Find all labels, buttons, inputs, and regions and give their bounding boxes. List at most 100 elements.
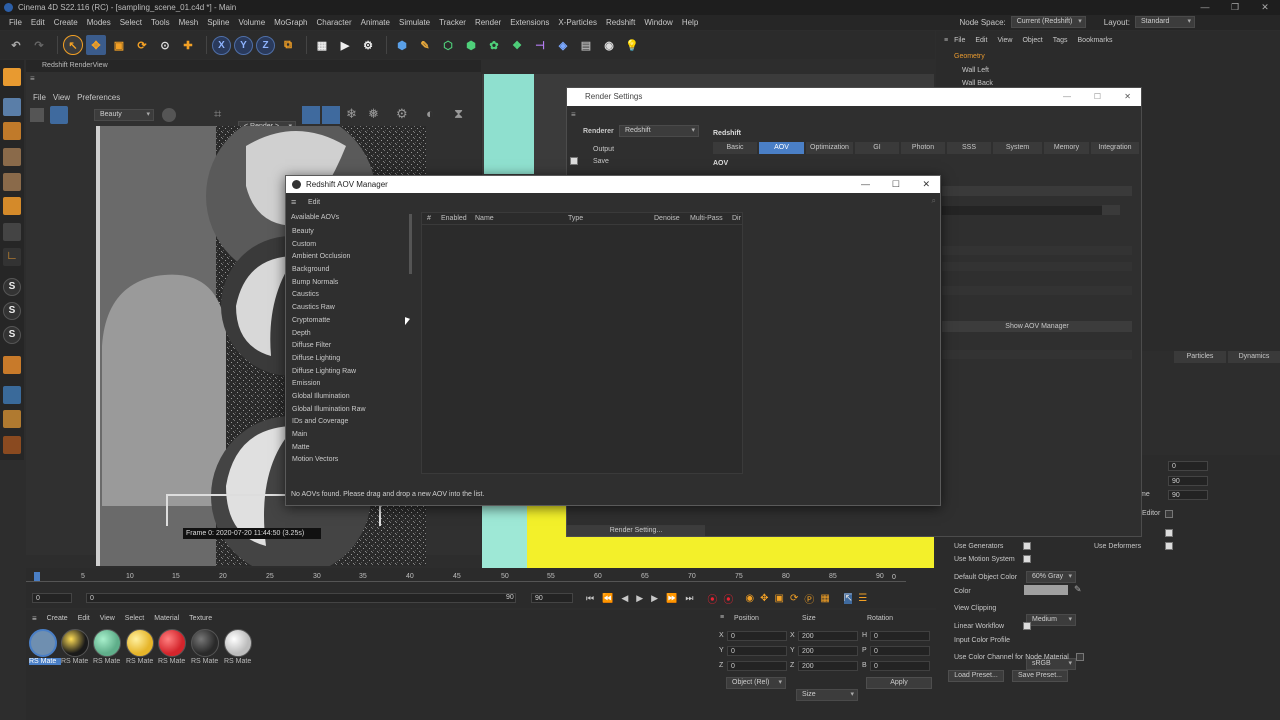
attr-field-2[interactable]: 90 [1168,476,1208,486]
rv-exposure-icon[interactable]: ◐ [426,106,434,121]
keyframe-selection-icon[interactable]: ◉ [745,593,754,604]
aov-hamburger-icon[interactable]: ≡ [291,197,296,207]
rv-grid-icon[interactable] [322,106,340,124]
timeline-start-field[interactable]: 0 [32,593,72,603]
material-swatch-4[interactable] [126,629,154,657]
live-selection-icon[interactable]: ⊙ [155,35,175,55]
menu-spline[interactable]: Spline [207,18,229,27]
load-preset-button[interactable]: Load Preset... [948,670,1004,682]
menu-file[interactable]: File [9,18,22,27]
aov-item-ids-and-coverage[interactable]: IDs and Coverage [289,416,414,429]
rs-tab-basic[interactable]: Basic [713,142,757,154]
aov-col-index[interactable]: # [427,215,431,222]
rv-settings-icon[interactable]: ⚙ [396,106,408,122]
render-setting-button[interactable]: Render Setting... [567,525,705,536]
scale-icon[interactable]: ▣ [109,35,129,55]
next-key-icon[interactable]: ⏩ [666,593,677,604]
aov-close-icon[interactable]: ✕ [922,176,930,193]
redshift-s-icon-1[interactable]: S [3,278,21,296]
rs-row-field-1[interactable] [942,206,1102,215]
coord-pos-y[interactable]: 0 [727,646,787,656]
aov-minimize-icon[interactable]: — [861,176,870,193]
x-axis-lock-button[interactable]: X [212,35,231,55]
renderview-hamburger-icon[interactable]: ≡ [30,74,35,83]
use-motion-checkbox[interactable] [1023,555,1031,563]
pen-icon[interactable]: ✎ [415,35,435,55]
camera-icon[interactable]: ◉ [599,35,619,55]
aov-item-cryptomatte[interactable]: Cryptomatte [289,315,414,328]
menu-tracker[interactable]: Tracker [439,18,466,27]
menu-extensions[interactable]: Extensions [510,18,549,27]
menu-volume[interactable]: Volume [238,18,265,27]
mat-menu-view[interactable]: View [100,615,115,622]
grid-icon[interactable] [3,386,21,404]
object-row-geometry[interactable]: Geometry [954,53,985,60]
mat-menu-edit[interactable]: Edit [78,615,90,622]
coord-size-z[interactable]: 200 [798,661,858,671]
field-icon[interactable]: ◈ [553,35,573,55]
mat-menu-texture[interactable]: Texture [189,615,212,622]
coord-pos-z[interactable]: 0 [727,661,787,671]
aov-item-diffuse-lighting-raw[interactable]: Diffuse Lighting Raw [289,366,414,379]
key-param-icon[interactable]: Ⓟ [804,591,814,606]
rs-minimize-icon[interactable]: — [1063,88,1071,106]
attr-field-3[interactable]: 90 [1168,490,1208,500]
use-deformers-checkbox[interactable] [1165,542,1173,550]
view-clipping-combo[interactable]: Medium [1026,614,1076,626]
undo-icon[interactable]: ↶ [6,35,26,55]
editor-checkbox[interactable] [1165,510,1173,518]
rv-crop-icon[interactable]: ⌗ [214,106,221,122]
object-row-wall-back[interactable]: Wall Back [962,80,993,87]
maximize-icon[interactable]: ❐ [1220,0,1250,15]
aov-col-enabled[interactable]: Enabled [441,215,467,222]
minimize-icon[interactable]: — [1190,0,1220,15]
rs-tab-optimization[interactable]: Optimization [806,142,853,154]
aov-col-name[interactable]: Name [475,215,494,222]
timeline-window-icon[interactable]: ⇱ [843,593,853,604]
render-settings-icon[interactable]: ⚙ [358,35,378,55]
aov-col-denoise[interactable]: Denoise [654,215,680,222]
light-icon[interactable]: 💡 [622,35,642,55]
coordinate-system-icon[interactable]: ⧉ [278,35,298,55]
redo-icon[interactable]: ↷ [29,35,49,55]
aov-item-emission[interactable]: Emission [289,378,414,391]
select-arrow-icon[interactable]: ↖ [63,35,83,55]
coord-mode-combo[interactable]: Object (Rel) [726,677,786,689]
rs-row-btn-1[interactable] [1102,205,1120,215]
generator-icon[interactable]: ⬢ [461,35,481,55]
timer-icon[interactable] [3,436,21,454]
material-swatch-5[interactable] [158,629,186,657]
add-icon[interactable]: ✚ [178,35,198,55]
material-swatch-1[interactable] [29,629,57,657]
objects-hamburger-icon[interactable]: ≡ [944,37,948,44]
coord-apply-button[interactable]: Apply [866,677,932,689]
coord-size-mode-combo[interactable]: Size [796,689,858,701]
use-generators-checkbox[interactable] [1023,542,1031,550]
menu-select[interactable]: Select [120,18,142,27]
coord-rot-p[interactable]: 0 [870,646,930,656]
aov-menu-edit[interactable]: Edit [308,199,320,206]
obj-menu-edit[interactable]: Edit [975,37,987,44]
key-scale-icon[interactable]: ▣ [775,593,784,604]
rv-bucket-icon[interactable]: ⧗ [454,106,463,122]
obj-menu-object[interactable]: Object [1022,37,1042,44]
active-aovs-table[interactable]: # Enabled Name Type Denoise Multi-Pass D… [421,212,743,474]
rv-freeze-icon[interactable]: ❅ [368,106,379,122]
menu-render[interactable]: Render [475,18,501,27]
y-axis-lock-button[interactable]: Y [234,35,253,55]
prev-key-icon[interactable]: ⏪ [602,593,613,604]
rs-close-icon[interactable]: ✕ [1124,88,1131,106]
redshift-s-icon-3[interactable]: S [3,326,21,344]
renderer-combo[interactable]: Redshift [619,125,699,137]
key-position-icon[interactable]: ✥ [760,593,768,604]
obj-menu-file[interactable]: File [954,37,965,44]
node-space-combo[interactable]: Current (Redshift) [1010,16,1086,28]
save-preset-button[interactable]: Save Preset... [1012,670,1068,682]
obj-menu-tags[interactable]: Tags [1053,37,1068,44]
mat-menu-material[interactable]: Material [154,615,179,622]
obj-menu-view[interactable]: View [997,37,1012,44]
key-pla-icon[interactable]: ▦ [820,593,829,604]
aov-item-depth[interactable]: Depth [289,328,414,341]
aov-col-dir[interactable]: Dir [732,215,741,222]
polygons-mode-icon[interactable] [3,197,21,215]
